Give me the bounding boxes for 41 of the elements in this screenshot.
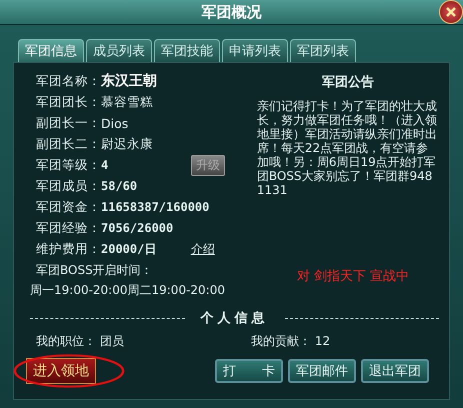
action-button[interactable]: 退出军团 xyxy=(361,359,429,383)
field-label: 副团长一： xyxy=(36,114,101,132)
field-value: 20000/日 xyxy=(101,240,156,258)
tab[interactable]: 军团列表 xyxy=(290,39,356,62)
war-status: 对 剑指天下 宣战中 xyxy=(296,268,410,285)
notice-text: 亲们记得打卡！为了军团的壮大成长，努力做军团任务哦！（进入领地里接）军团活动请纵亲们准时出席！每天22点军团战，有空请参加哦！另：周6周日19点开始打军团BOSS大家别忘了！军团群9481131 xyxy=(256,99,438,197)
field-label: 军团名称： xyxy=(36,72,101,90)
position-value: 团员 xyxy=(100,334,124,348)
contribution-value: 12 xyxy=(314,334,330,348)
boss-time-label: 军团BOSS开启时间： xyxy=(36,262,154,279)
field-value: 58/60 xyxy=(101,179,138,193)
action-button[interactable]: 军团邮件 xyxy=(288,359,356,383)
tab[interactable]: 军团信息 xyxy=(18,39,84,62)
field-value: 东汉王朝 xyxy=(101,72,157,90)
field-label: 军团团长： xyxy=(36,94,101,110)
contribution-label: 我的贡献： xyxy=(251,334,311,348)
field-value: 4 xyxy=(101,158,108,172)
enter-territory-button[interactable]: 进入领地 xyxy=(26,358,96,384)
tab[interactable]: 军团技能 xyxy=(154,39,220,62)
tab[interactable]: 成员列表 xyxy=(86,39,152,62)
section-heading: 个人信息 xyxy=(200,310,268,327)
close-icon xyxy=(445,6,457,18)
position-label: 我的职位： xyxy=(36,334,96,348)
boss-time-value: 周一19:00-20:00周二19:00-20:00 xyxy=(30,282,226,299)
action-button[interactable]: 打 卡 xyxy=(215,359,283,383)
field-value: Dios xyxy=(101,116,128,130)
field-value: 11658387/160000 xyxy=(101,200,210,214)
field-value: 尉迟永康 xyxy=(101,136,153,152)
field-value: 慕容雪糕 xyxy=(101,94,153,110)
window-title: 军团概况 xyxy=(202,2,262,22)
intro-link[interactable]: 介绍 xyxy=(190,240,215,258)
field-label: 军团等级： xyxy=(36,156,101,174)
field-value: 7056/26000 xyxy=(101,221,174,235)
close-button[interactable] xyxy=(439,0,463,24)
field-label: 军团经验： xyxy=(36,220,101,236)
field-label: 副团长二： xyxy=(36,136,101,152)
field-label: 维护费用： xyxy=(36,240,101,258)
tab[interactable]: 申请列表 xyxy=(222,39,288,62)
field-label: 军团成员： xyxy=(36,178,101,194)
notice-title: 军团公告 xyxy=(322,74,374,91)
field-label: 军团资金： xyxy=(36,198,101,216)
